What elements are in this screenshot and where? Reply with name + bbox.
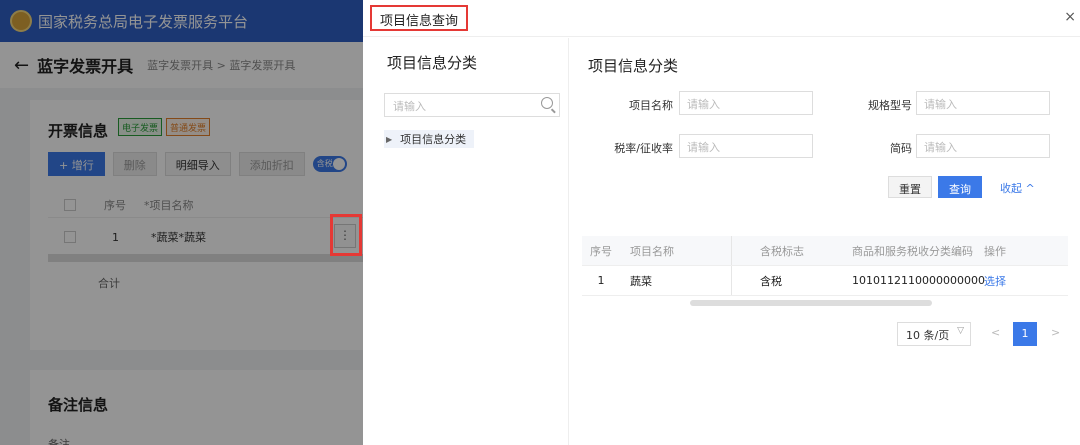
short-code-label: 简码 — [890, 142, 912, 155]
page-1-button[interactable]: 1 — [1013, 322, 1037, 346]
short-code-placeholder: 请输入 — [924, 141, 957, 154]
tax-rate-input[interactable]: 请输入 — [679, 134, 813, 158]
select-link[interactable]: 选择 — [978, 273, 1056, 289]
search-icon[interactable] — [541, 97, 553, 109]
page-size-select[interactable]: 10 条/页 ▽ — [897, 322, 971, 346]
tree-node-label: 项目信息分类 — [400, 133, 467, 146]
query-button[interactable]: 查询 — [938, 176, 982, 198]
dialog-title: 项目信息查询 — [370, 5, 469, 31]
tax-rate-label: 税率/征收率 — [614, 142, 673, 155]
reset-button[interactable]: 重置 — [888, 176, 932, 198]
caret-right-icon[interactable]: ▶ — [386, 135, 392, 144]
dialog-header: 项目信息查询 × — [363, 0, 1080, 37]
query-panel-title: 项目信息分类 — [588, 57, 679, 75]
table-header-row: 序号 项目名称 含税标志 商品和服务税收分类编码 操作 — [582, 236, 1068, 266]
table-horizontal-scrollbar[interactable] — [690, 300, 932, 306]
item-info-query-dialog: 项目信息查询 × 项目信息分类 请输入 ▶ 项目信息分类 项目信息分类 项目名称… — [363, 0, 1080, 445]
col-action: 操作 — [984, 244, 1006, 258]
highlight-annotation — [330, 214, 362, 256]
short-code-input[interactable]: 请输入 — [916, 134, 1050, 158]
category-search-placeholder: 请输入 — [393, 100, 426, 113]
query-panel: 项目信息分类 项目名称 请输入 规格型号 请输入 税率/征收率 请输入 简码 请… — [570, 38, 1080, 445]
collapse-button[interactable]: 收起 ^ — [1000, 180, 1035, 196]
item-name-placeholder: 请输入 — [687, 98, 720, 111]
category-panel: 项目信息分类 请输入 ▶ 项目信息分类 — [363, 38, 569, 445]
item-result-table: 序号 项目名称 含税标志 商品和服务税收分类编码 操作 1 蔬菜 含税 1010… — [582, 236, 1068, 296]
spec-model-label: 规格型号 — [868, 99, 912, 112]
prev-page-button[interactable]: < — [991, 326, 1000, 339]
col-tax-code: 商品和服务税收分类编码 — [852, 244, 973, 258]
tree-node-item-category[interactable]: ▶ 项目信息分类 — [384, 130, 474, 148]
cell-tax-code: 1010112110000000000 — [852, 274, 985, 287]
col-tax-flag: 含税标志 — [760, 244, 804, 258]
category-search-input[interactable]: 请输入 — [384, 93, 560, 117]
cell-tax-flag: 含税 — [760, 274, 782, 288]
close-icon[interactable]: × — [1064, 9, 1076, 25]
chevron-down-icon: ▽ — [957, 326, 964, 336]
page-size-value: 10 条/页 — [906, 329, 950, 342]
col-item-name: 项目名称 — [620, 236, 732, 265]
category-panel-title: 项目信息分类 — [387, 54, 478, 72]
item-name-input[interactable]: 请输入 — [679, 91, 813, 115]
spec-model-placeholder: 请输入 — [924, 98, 957, 111]
cell-index: 1 — [597, 274, 605, 287]
col-index: 序号 — [590, 244, 612, 258]
cell-item-name: 蔬菜 — [620, 266, 732, 295]
pagination: 10 条/页 ▽ < 1 > — [570, 322, 1080, 346]
next-page-button[interactable]: > — [1051, 326, 1060, 339]
item-name-label: 项目名称 — [629, 99, 673, 112]
spec-model-input[interactable]: 请输入 — [916, 91, 1050, 115]
tax-rate-placeholder: 请输入 — [687, 141, 720, 154]
table-row: 1 蔬菜 含税 1010112110000000000 选择 — [582, 266, 1068, 296]
